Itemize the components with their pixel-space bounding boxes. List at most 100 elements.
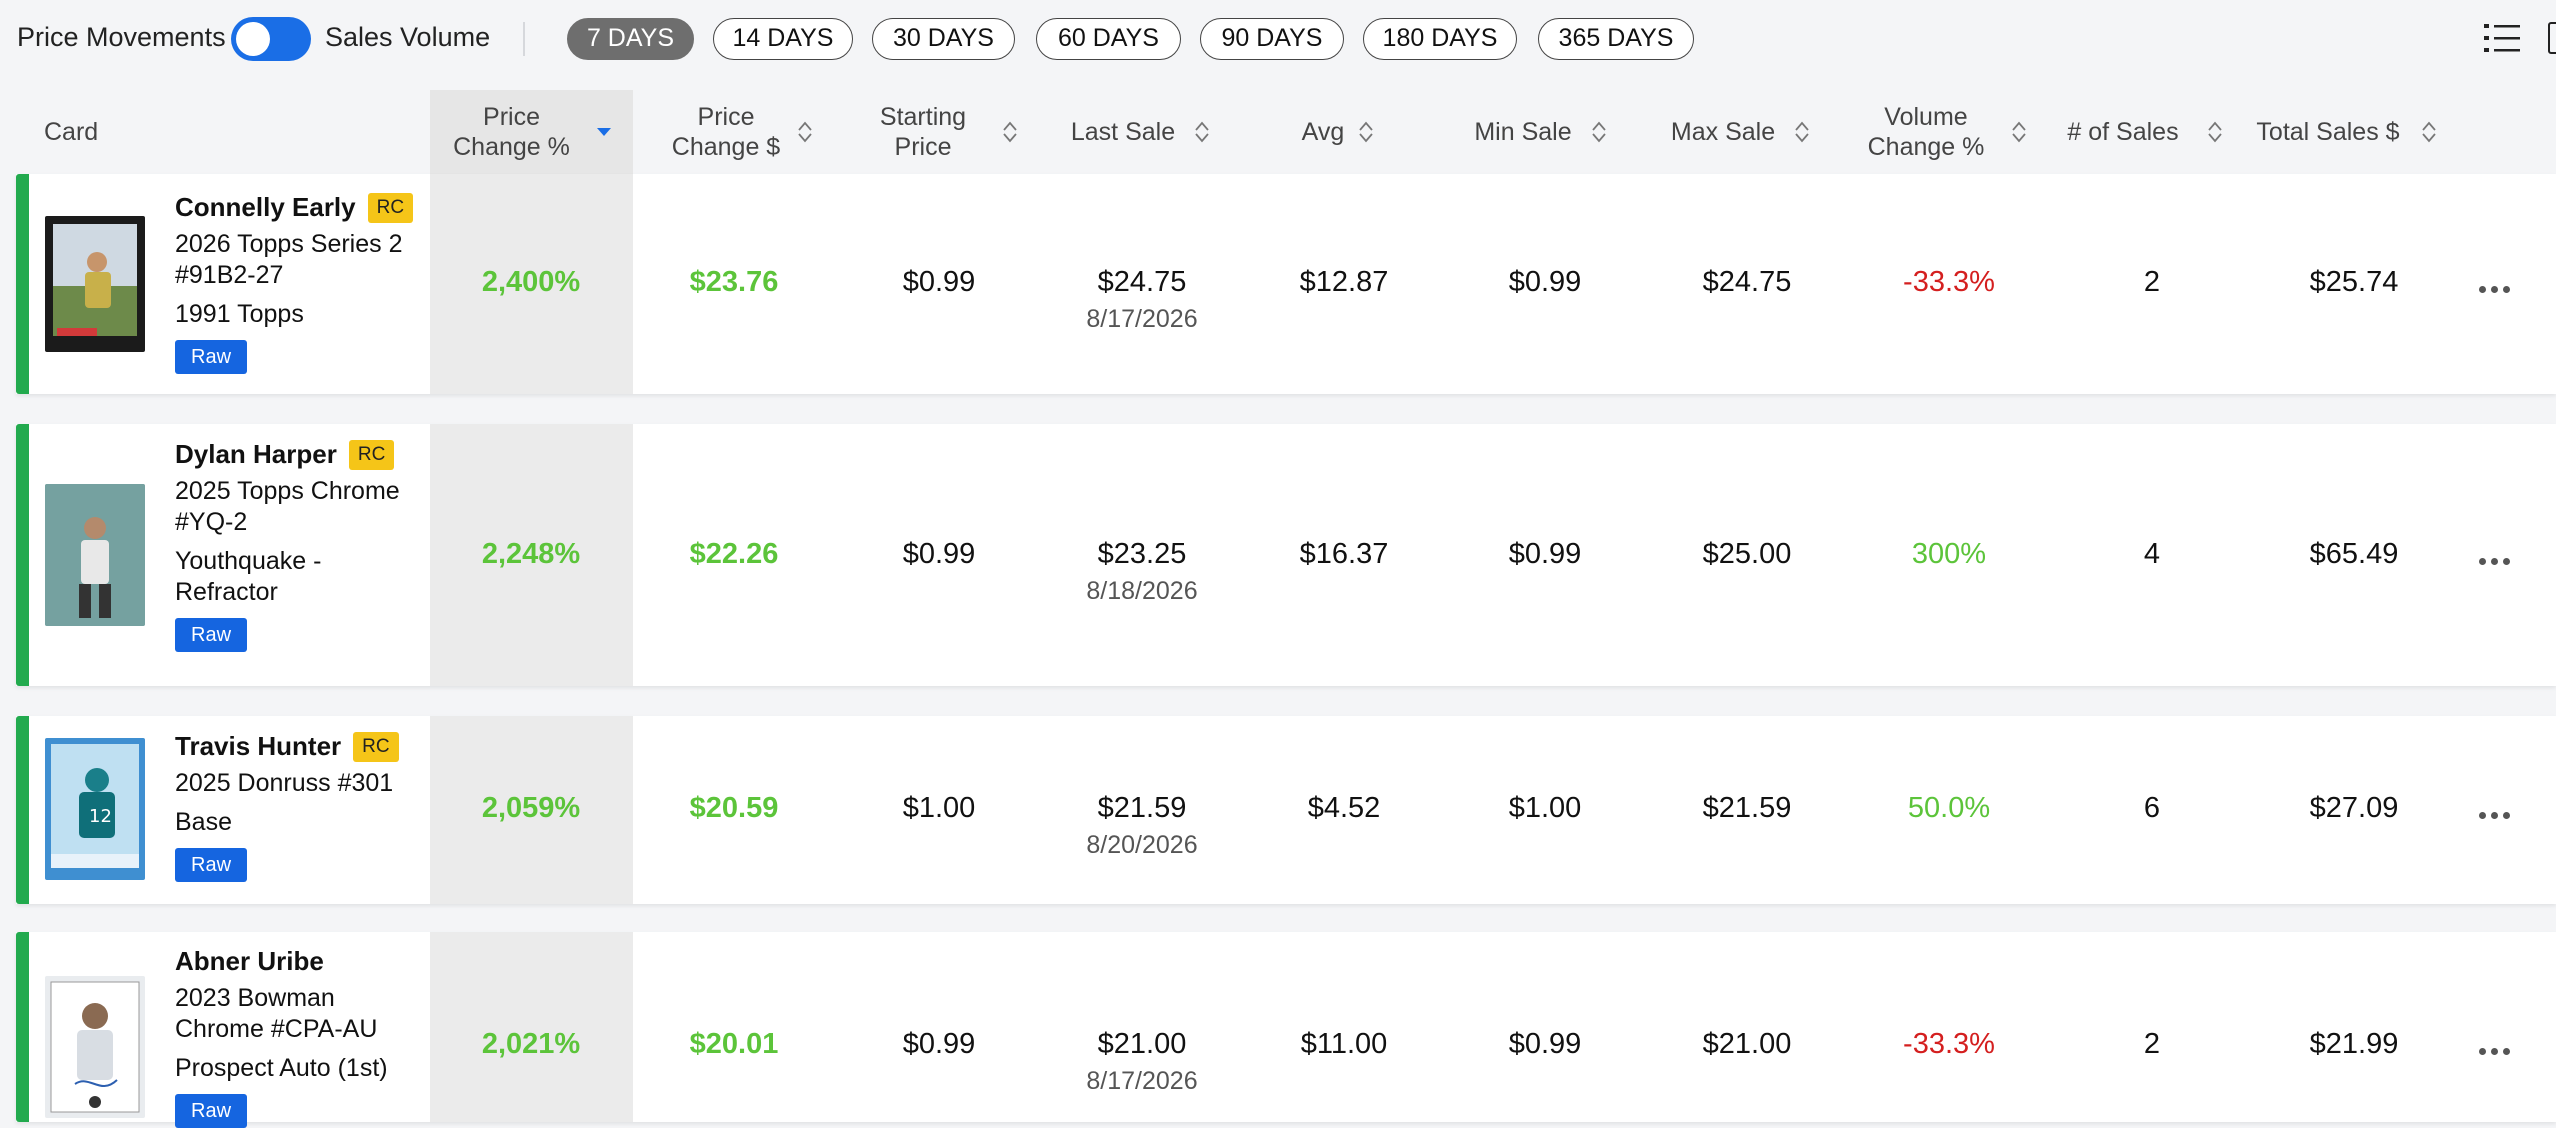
starting-price: $0.99	[902, 266, 976, 298]
card-image[interactable]	[45, 484, 145, 626]
price-change-usd: $23.76	[689, 266, 779, 298]
total-sales: $65.49	[2309, 538, 2399, 570]
toggle-knob	[236, 22, 270, 56]
sort-icon	[1195, 121, 1209, 143]
table-row[interactable]: 12 Travis Hunter RC 2025 Donruss #301 Ba…	[16, 716, 2556, 904]
card-info: Abner Uribe 2023 Bowman Chrome #CPA-AU P…	[175, 946, 425, 1128]
num-sales: 6	[2143, 792, 2161, 824]
col-last-sale[interactable]: Last Sale	[1033, 90, 1233, 174]
row-indicator	[16, 424, 29, 686]
total-sales: $25.74	[2309, 266, 2399, 298]
col-price-change-pct[interactable]: Price Change %	[430, 90, 633, 174]
card-set: 2025 Topps Chrome #YQ-2	[175, 477, 400, 536]
toolbar-divider	[523, 22, 525, 56]
more-options-icon[interactable]	[2476, 552, 2512, 565]
total-sales: $27.09	[2309, 792, 2399, 824]
col-max-sale[interactable]: Max Sale	[1633, 90, 1833, 174]
sort-desc-icon	[597, 128, 611, 136]
last-sale-date: 8/18/2026	[1086, 577, 1198, 605]
svg-text:12: 12	[89, 806, 112, 827]
col-starting-price[interactable]: Starting Price	[833, 90, 1033, 174]
col-avg[interactable]: Avg	[1233, 90, 1433, 174]
price-change-usd: $22.26	[689, 538, 779, 570]
sort-icon	[2012, 121, 2026, 143]
starting-price: $0.99	[902, 538, 976, 570]
player-name[interactable]: Travis Hunter	[175, 731, 341, 762]
sort-icon	[1003, 121, 1017, 143]
more-options-icon[interactable]	[2476, 806, 2512, 819]
last-sale-value: $23.25	[1097, 538, 1187, 570]
sales-volume-label: Sales Volume	[325, 22, 491, 52]
list-view-icon[interactable]	[2484, 22, 2520, 54]
row-indicator	[16, 932, 29, 1122]
card-image[interactable]	[45, 976, 145, 1118]
card-set: 2025 Donruss #301	[175, 769, 394, 797]
num-sales: 4	[2143, 538, 2161, 570]
grade-badge: Raw	[175, 848, 248, 882]
price-change-usd: $20.59	[689, 792, 779, 824]
num-sales: 2	[2143, 1028, 2161, 1060]
mode-toggle[interactable]	[231, 17, 311, 61]
sort-icon	[798, 121, 812, 143]
volume-change: -33.3%	[1903, 266, 1995, 298]
more-options-icon[interactable]	[2476, 1042, 2512, 1055]
sort-icon	[1592, 121, 1606, 143]
card-variant: Prospect Auto (1st)	[175, 1054, 388, 1082]
player-name[interactable]: Dylan Harper	[175, 439, 337, 470]
last-sale: $21.00 8/17/2026	[1086, 1028, 1197, 1096]
col-total-sales[interactable]: Total Sales $	[2233, 90, 2436, 174]
max-sale: $24.75	[1702, 266, 1792, 298]
avg-price: $16.37	[1299, 538, 1389, 570]
last-sale-value: $24.75	[1097, 266, 1187, 298]
card-info: Connelly Early RC 2026 Topps Series 2 #9…	[175, 192, 425, 374]
card-image[interactable]	[45, 216, 145, 352]
col-card[interactable]: Card	[44, 90, 98, 174]
min-sale: $0.99	[1508, 266, 1582, 298]
last-sale-value: $21.59	[1097, 792, 1187, 824]
range-60-days[interactable]: 60 DAYS	[1036, 18, 1181, 60]
card-image[interactable]: 12	[45, 738, 145, 880]
table-row[interactable]: Abner Uribe 2023 Bowman Chrome #CPA-AU P…	[16, 932, 2556, 1128]
table-row[interactable]: Connelly Early RC 2026 Topps Series 2 #9…	[16, 174, 2556, 394]
player-name[interactable]: Abner Uribe	[175, 946, 324, 977]
price-change-pct: 2,400%	[481, 266, 581, 298]
sort-icon	[1359, 121, 1373, 143]
col-volume-change[interactable]: Volume Change %	[1833, 90, 2033, 174]
range-7-days[interactable]: 7 DAYS	[567, 18, 694, 60]
volume-change: 50.0%	[1907, 792, 1991, 824]
last-sale-date: 8/17/2026	[1086, 1067, 1198, 1095]
range-180-days[interactable]: 180 DAYS	[1363, 18, 1517, 60]
card-variant: 1991 Topps	[175, 300, 304, 328]
volume-change: 300%	[1911, 538, 1987, 570]
sorted-column-cell-bg	[430, 932, 633, 1122]
table-row[interactable]: Dylan Harper RC 2025 Topps Chrome #YQ-2 …	[16, 424, 2556, 686]
range-14-days[interactable]: 14 DAYS	[713, 18, 853, 60]
range-365-days[interactable]: 365 DAYS	[1538, 18, 1694, 60]
col-num-sales[interactable]: # of Sales	[2033, 90, 2233, 174]
player-name[interactable]: Connelly Early	[175, 192, 356, 223]
min-sale: $0.99	[1508, 1028, 1582, 1060]
card-variant: Youthquake - Refractor	[175, 547, 322, 606]
sort-icon	[2422, 121, 2436, 143]
last-sale-date: 8/20/2026	[1086, 831, 1198, 859]
col-min-sale[interactable]: Min Sale	[1433, 90, 1633, 174]
toolbar: Price Movements Sales Volume 7 DAYS 14 D…	[0, 0, 2556, 78]
range-30-days[interactable]: 30 DAYS	[872, 18, 1015, 60]
min-sale: $0.99	[1508, 538, 1582, 570]
last-sale-value: $21.00	[1097, 1028, 1187, 1060]
card-variant: Base	[175, 808, 232, 836]
grade-badge: Raw	[175, 1094, 248, 1128]
grade-badge: Raw	[175, 340, 248, 374]
range-90-days[interactable]: 90 DAYS	[1200, 18, 1344, 60]
volume-change: -33.3%	[1903, 1028, 1995, 1060]
card-info: Dylan Harper RC 2025 Topps Chrome #YQ-2 …	[175, 439, 425, 652]
price-change-pct: 2,248%	[481, 538, 581, 570]
min-sale: $1.00	[1508, 792, 1582, 824]
col-price-change-usd[interactable]: Price Change $	[633, 90, 833, 174]
starting-price: $1.00	[902, 792, 976, 824]
rc-badge: RC	[367, 192, 414, 223]
grid-view-icon[interactable]	[2548, 22, 2556, 54]
more-options-icon[interactable]	[2476, 280, 2512, 293]
last-sale: $23.25 8/18/2026	[1086, 538, 1197, 606]
avg-price: $12.87	[1299, 266, 1389, 298]
